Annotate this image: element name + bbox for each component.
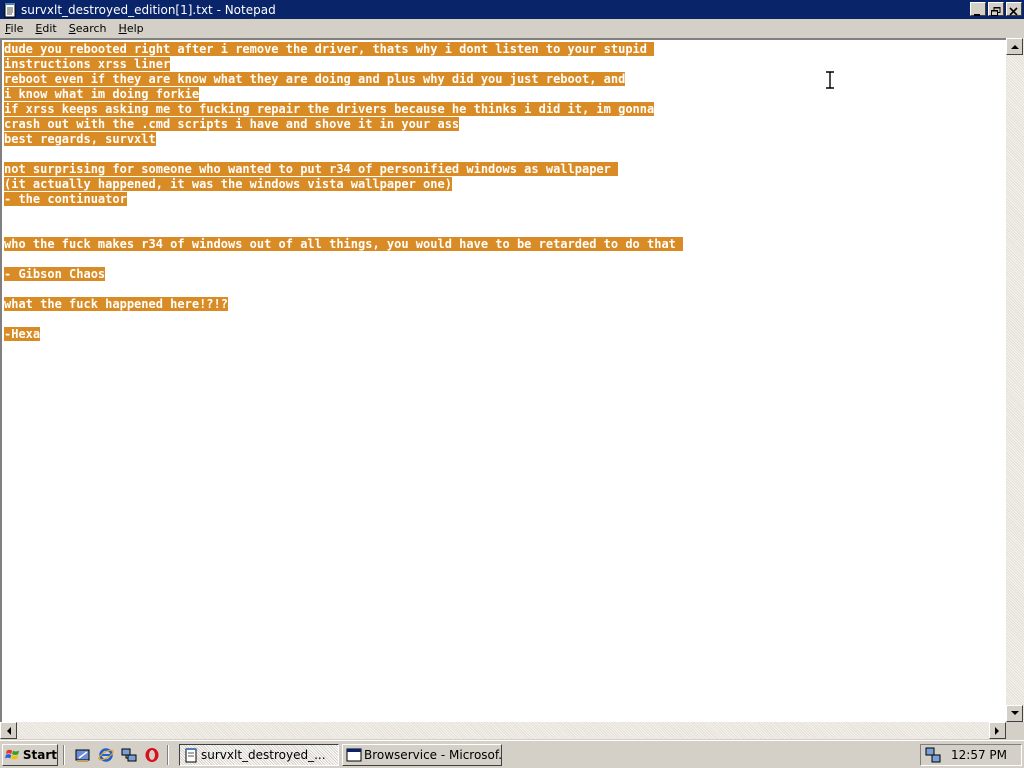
taskbar-button-label: Browservice - Microsof... [364,748,502,762]
selected-text: what the fuck happened here!?!? [4,297,228,311]
horizontal-scrollbar[interactable] [0,722,1006,739]
ibeam-cursor-icon [826,71,834,89]
text-line: best regards, survxlt [4,132,1006,147]
browser-window-icon [346,748,362,762]
selected-text: reboot even if they are know what they a… [4,72,626,86]
taskbar: Start survxlt_destroyed_... Browservice … [0,740,1024,768]
scroll-down-button[interactable] [1006,705,1023,722]
text-line [4,147,1006,162]
selected-text: - the continuator [4,192,127,206]
minimize-button[interactable] [970,2,986,16]
selected-text: who the fuck makes r34 of windows out of… [4,237,684,251]
text-line [4,282,1006,297]
selected-text: not surprising for someone who wanted to… [4,162,619,176]
selected-text: if xrss keeps asking me to fucking repai… [4,102,655,116]
text-line: if xrss keeps asking me to fucking repai… [4,102,1006,117]
scroll-right-button[interactable] [989,722,1006,739]
clock[interactable]: 12:57 PM [951,748,1007,762]
scrollbar-corner [1006,722,1024,739]
restore-icon [991,7,1001,16]
system-tray: 12:57 PM [920,744,1022,766]
selected-text: best regards, survxlt [4,132,156,146]
arrow-left-icon [7,726,11,735]
window-title: survxlt_destroyed_edition[1].txt - Notep… [21,2,276,17]
text-line [4,207,1006,222]
arrow-right-icon [995,726,999,735]
menu-file[interactable]: File [0,22,30,35]
menu-edit[interactable]: Edit [30,22,63,35]
close-button[interactable] [1006,2,1022,16]
text-line: -Hexa [4,327,1006,342]
text-line: - the continuator [4,192,1006,207]
selected-text: instructions xrss liner [4,57,171,71]
network-icon[interactable] [121,747,137,763]
scroll-left-button[interactable] [0,722,17,739]
selected-text: crash out with the .cmd scripts i have a… [4,117,460,131]
selected-text: i know what im doing forkie [4,87,200,101]
show-desktop-icon[interactable] [75,747,91,763]
taskbar-button-browservice[interactable]: Browservice - Microsof... [342,744,502,766]
maximize-button[interactable] [988,2,1004,16]
notepad-icon [185,748,197,763]
text-line [4,252,1006,267]
taskbar-button-label: survxlt_destroyed_... [201,748,326,762]
text-line: - Gibson Chaos [4,267,1006,282]
text-line: what the fuck happened here!?!? [4,297,1006,312]
selected-text: (it actually happened, it was the window… [4,177,452,191]
selected-text: -Hexa [4,327,41,341]
quicklaunch-separator [63,745,65,765]
title-bar[interactable]: survxlt_destroyed_edition[1].txt - Notep… [0,0,1024,19]
menu-bar: File Edit Search Help [0,19,1024,38]
quicklaunch-separator-2 [167,745,169,765]
text-editor[interactable]: dude you rebooted right after i remove t… [0,38,1006,722]
selected-text: - Gibson Chaos [4,267,106,281]
text-line: who the fuck makes r34 of windows out of… [4,237,1006,252]
start-button[interactable]: Start [2,744,58,766]
text-line [4,222,1006,237]
text-line: dude you rebooted right after i remove t… [4,42,1006,57]
text-line: (it actually happened, it was the window… [4,177,1006,192]
menu-help[interactable]: Help [114,22,151,35]
windows-logo-icon [5,749,20,760]
text-line: not surprising for someone who wanted to… [4,162,1006,177]
text-line: instructions xrss liner [4,57,1006,72]
start-label: Start [22,748,57,762]
network-connection-icon[interactable] [925,747,941,763]
text-line: crash out with the .cmd scripts i have a… [4,117,1006,132]
text-line [4,312,1006,327]
vertical-scrollbar[interactable] [1006,38,1024,722]
opera-icon[interactable] [144,747,160,763]
selected-text: dude you rebooted right after i remove t… [4,42,655,56]
text-content[interactable]: dude you rebooted right after i remove t… [4,42,1006,722]
scroll-up-button[interactable] [1006,38,1023,55]
minimize-icon [974,14,980,16]
internet-explorer-icon[interactable] [98,747,114,763]
menu-search[interactable]: Search [64,22,114,35]
taskbar-button-notepad[interactable]: survxlt_destroyed_... [179,744,339,766]
text-line: reboot even if they are know what they a… [4,72,1006,87]
arrow-down-icon [1010,711,1019,715]
arrow-up-icon [1010,45,1019,49]
text-line: i know what im doing forkie [4,87,1006,102]
close-icon [1009,7,1018,16]
notepad-icon [4,2,16,17]
